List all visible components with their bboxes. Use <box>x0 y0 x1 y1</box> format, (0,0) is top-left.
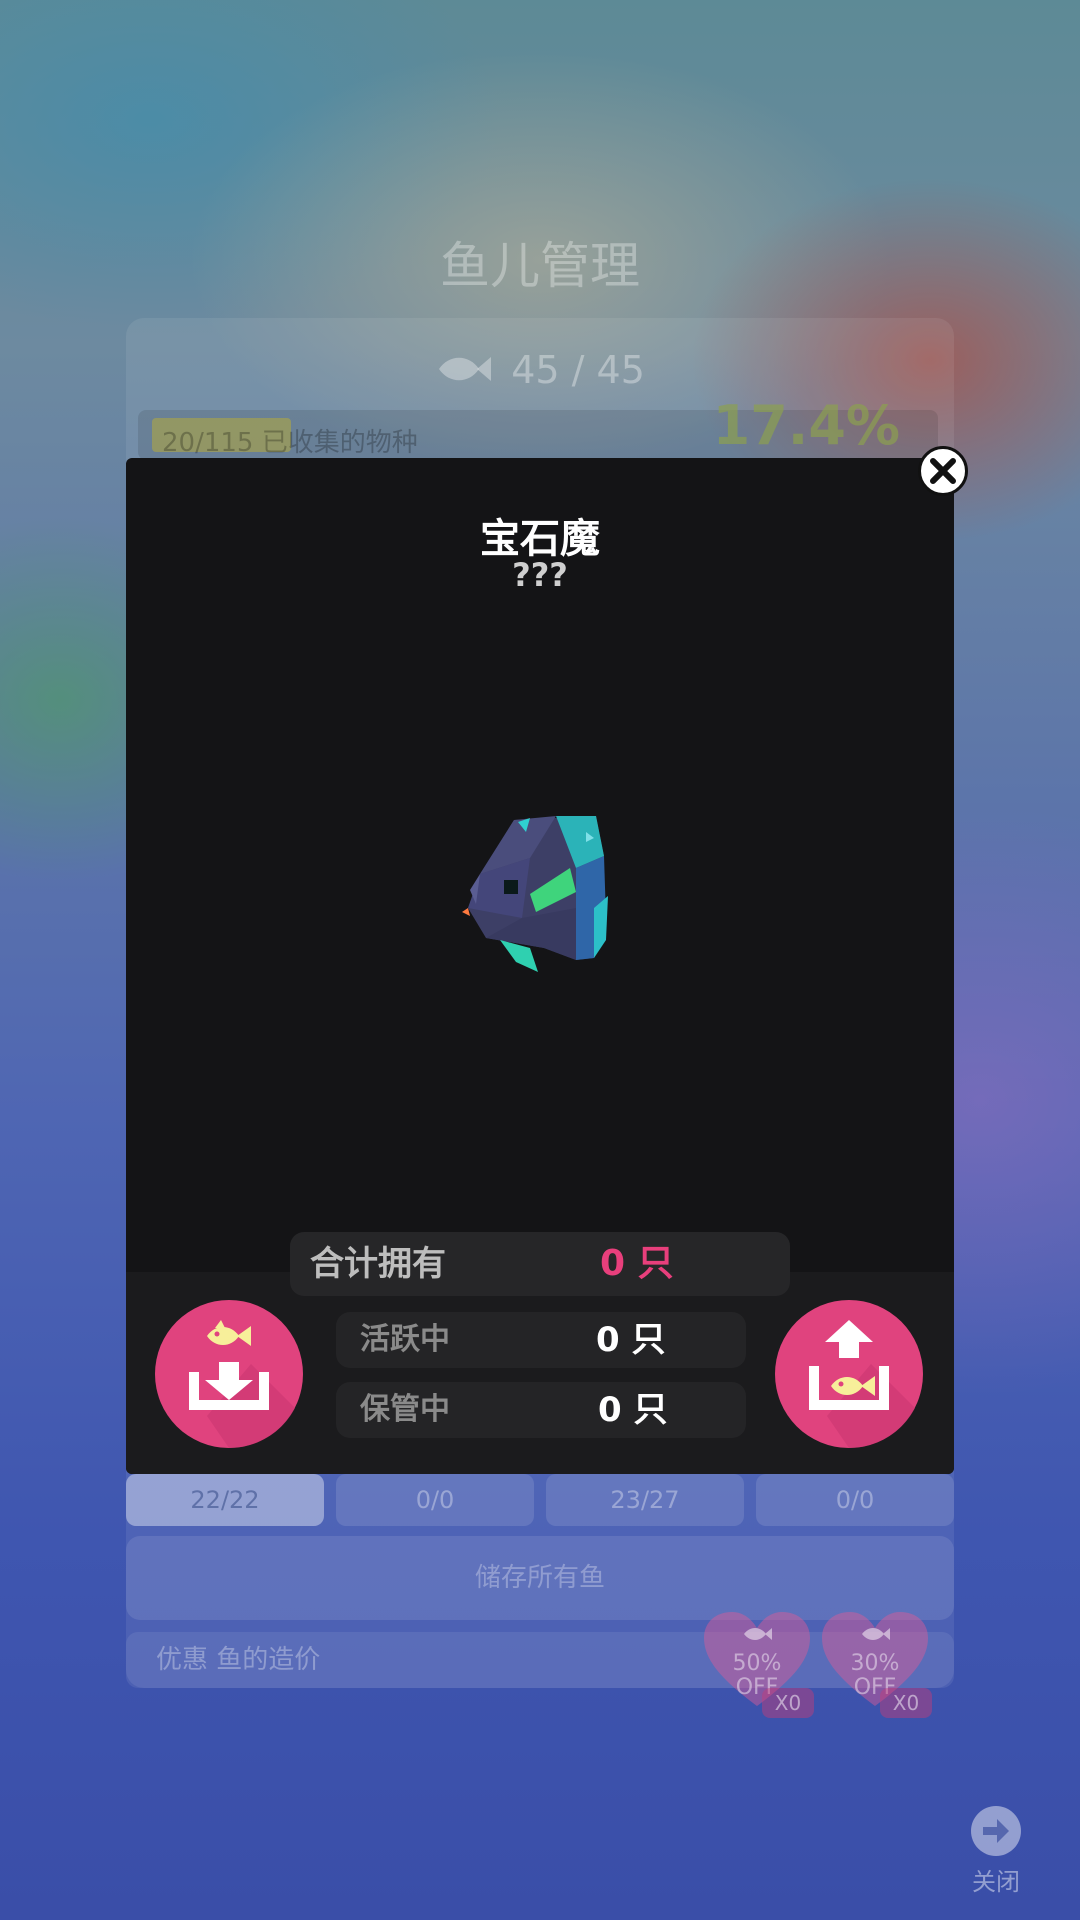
total-owned-row: 合计拥有 0 只 <box>290 1232 790 1296</box>
page-title: 鱼儿管理 <box>440 237 640 295</box>
coupon-30-off[interactable]: 30% OFF X0 <box>820 1610 932 1718</box>
release-fish-button[interactable] <box>775 1300 923 1449</box>
species-progress-percent: 17.4% <box>712 394 900 457</box>
tank-tab-4[interactable]: 0/0 <box>756 1474 954 1526</box>
tank-tab-2[interactable]: 0/0 <box>336 1474 534 1526</box>
arrow-right-icon <box>971 1806 1021 1856</box>
tank-tab-3[interactable]: 23/27 <box>546 1474 744 1526</box>
fish-count: 45 / 45 <box>0 348 1080 395</box>
coupon-count: X0 <box>880 1688 932 1718</box>
coupon-50-off[interactable]: 50% OFF X0 <box>702 1610 814 1718</box>
close-panel-button[interactable]: 关闭 <box>966 1806 1026 1897</box>
release-fish-icon <box>775 1300 923 1449</box>
fish-icon <box>435 351 492 395</box>
active-label: 活跃中 <box>360 1322 450 1357</box>
store-fish-button[interactable] <box>155 1300 303 1449</box>
total-owned-label: 合计拥有 <box>310 1244 446 1284</box>
fish-model-image <box>426 808 646 1012</box>
coupon-percent: 30% <box>850 1651 900 1676</box>
stored-label: 保管中 <box>360 1392 450 1427</box>
total-owned-value: 0 只 <box>600 1243 674 1284</box>
species-progress-bar: 20/115 已收集的物种 17.4% <box>138 394 938 460</box>
store-all-fish-button[interactable]: 储存所有鱼 <box>126 1536 954 1620</box>
tank-tab-1[interactable]: 22/22 <box>126 1474 324 1526</box>
active-value: 0 只 <box>596 1320 666 1360</box>
fish-count-value: 45 / 45 <box>511 348 645 392</box>
tank-tabs: 22/22 0/0 23/27 0/0 <box>126 1474 954 1526</box>
stored-row: 保管中 0 只 <box>336 1382 746 1438</box>
store-fish-icon <box>155 1300 303 1449</box>
active-row: 活跃中 0 只 <box>336 1312 746 1368</box>
species-progress-label: 20/115 已收集的物种 <box>162 428 418 458</box>
coupon-count: X0 <box>762 1688 814 1718</box>
close-panel-label: 关闭 <box>972 1868 1020 1896</box>
fish-subtitle: ??? <box>512 556 568 594</box>
close-dialog-button[interactable] <box>918 446 968 496</box>
stored-value: 0 只 <box>598 1390 668 1430</box>
close-icon <box>930 458 956 484</box>
coupon-percent: 50% <box>732 1651 782 1676</box>
